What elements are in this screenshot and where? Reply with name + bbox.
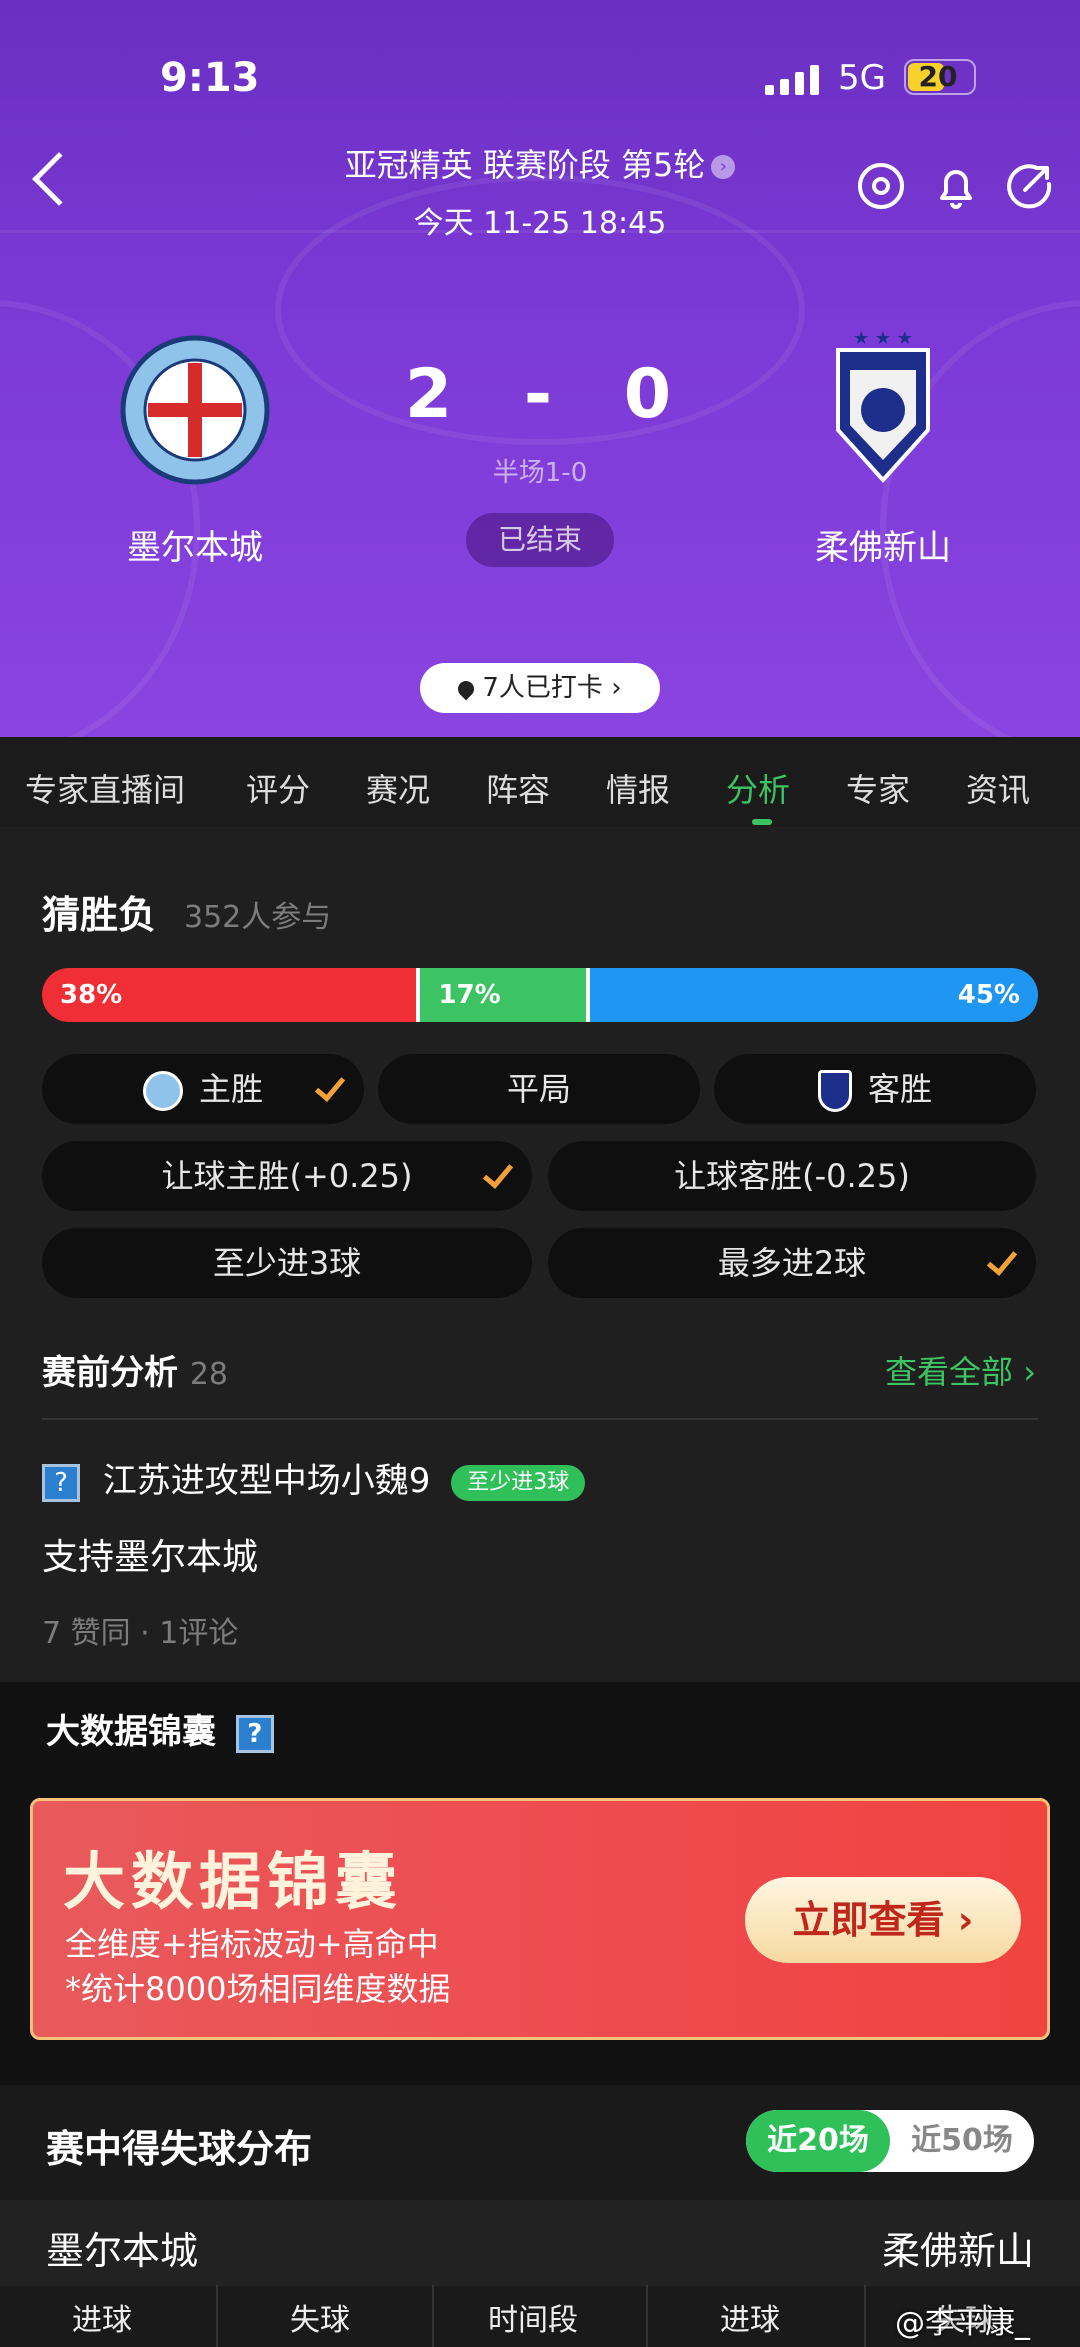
follow-target-icon[interactable] xyxy=(855,160,907,212)
team-row: 墨尔本城 柔佛新山 xyxy=(0,2200,1080,2286)
active-tab-indicator xyxy=(752,819,772,825)
prediction-bar: 38% 17% 45% xyxy=(42,968,1038,1022)
chevron-right-icon: › xyxy=(711,155,736,179)
over-goals-option[interactable]: 至少进3球 xyxy=(42,1228,532,1298)
svg-text:★ ★ ★: ★ ★ ★ xyxy=(853,330,913,349)
post-likes: 7 赞同 xyxy=(42,1616,131,1651)
banner-line-1: 全维度+指标波动+高命中 xyxy=(65,1925,439,1963)
check-icon xyxy=(314,1070,346,1102)
away-team-mini-logo xyxy=(817,1070,852,1112)
match-status-badge: 已结束 xyxy=(466,513,614,567)
analysis-post-header[interactable]: ? 江苏进攻型中场小魏9 至少进3球 xyxy=(42,1453,586,1502)
toggle-last-20[interactable]: 近20场 xyxy=(746,2110,890,2172)
col-home-goals: 进球 xyxy=(72,2303,132,2338)
tab-news[interactable]: 资讯 xyxy=(966,765,1030,811)
location-pin-icon xyxy=(455,677,478,700)
col-divider xyxy=(432,2285,434,2347)
pre-analysis-count: 28 xyxy=(189,1357,229,1392)
tab-expert-live[interactable]: 专家直播间 xyxy=(25,765,185,811)
under-goals-option[interactable]: 最多进2球 xyxy=(548,1228,1036,1298)
range-toggle: 近20场 近50场 xyxy=(746,2110,1034,2172)
home-team-name[interactable]: 墨尔本城 xyxy=(45,520,345,569)
guess-participants: 352人参与 xyxy=(184,900,332,935)
col-home-conceded: 失球 xyxy=(290,2303,350,2338)
network-type: 5G xyxy=(838,58,886,98)
post-tag: 至少进3球 xyxy=(451,1464,586,1501)
share-icon[interactable] xyxy=(1003,160,1055,212)
match-header: 9:13 5G 20 亚冠精英 联赛阶段 第5轮 › 今天 11-25 18:45… xyxy=(0,0,1080,737)
draw-segment: 17% xyxy=(420,968,590,1022)
battery-icon: 20 xyxy=(904,59,976,95)
match-datetime: 今天 11-25 18:45 xyxy=(413,206,667,241)
check-icon xyxy=(986,1244,1018,1276)
away-team-name[interactable]: 柔佛新山 xyxy=(733,520,1033,569)
tab-analysis[interactable]: 分析 xyxy=(726,765,790,811)
banner-title: 大数据锦囊 xyxy=(63,1845,404,1918)
dist-home-team: 墨尔本城 xyxy=(46,2229,199,2273)
home-score: 2 xyxy=(404,355,457,434)
post-author: 江苏进攻型中场小魏9 xyxy=(102,1461,431,1501)
battery-level: 20 xyxy=(918,60,958,93)
big-data-section-header: 大数据锦囊 ? xyxy=(0,1682,1080,1768)
watermark: @李平康_ xyxy=(895,2306,1030,2341)
distribution-title: 赛中得失球分布 xyxy=(46,2127,313,2171)
score-separator: - xyxy=(523,355,557,434)
col-divider xyxy=(864,2285,866,2347)
status-time: 9:13 xyxy=(160,55,260,101)
big-data-title: 大数据锦囊 xyxy=(46,1712,216,1752)
status-bar: 9:13 5G 20 xyxy=(0,55,1080,105)
post-comments: 1评论 xyxy=(159,1616,239,1651)
away-win-segment: 45% xyxy=(589,968,1038,1022)
signal-icon xyxy=(765,65,819,95)
tab-rating[interactable]: 评分 xyxy=(246,765,310,811)
col-divider xyxy=(216,2285,218,2347)
check-icon xyxy=(482,1157,514,1189)
guess-title: 猜胜负 xyxy=(42,893,157,937)
post-content[interactable]: 支持墨尔本城 xyxy=(42,1528,258,1580)
dist-away-team: 柔佛新山 xyxy=(881,2229,1034,2273)
divider xyxy=(42,1418,1038,1420)
handicap-home-option[interactable]: 让球主胜(+0.25) xyxy=(42,1141,532,1211)
tab-match-status[interactable]: 赛况 xyxy=(366,765,430,811)
match-score: 2 - 0 xyxy=(0,355,1080,434)
help-icon[interactable]: ? xyxy=(235,1714,274,1753)
col-away-goals: 进球 xyxy=(720,2303,780,2338)
tab-bar: 专家直播间 评分 赛况 阵容 情报 分析 专家 资讯 xyxy=(0,737,1080,827)
bell-icon[interactable] xyxy=(930,160,982,212)
half-time-score: 半场1-0 xyxy=(492,458,588,488)
tab-lineup[interactable]: 阵容 xyxy=(486,765,550,811)
handicap-away-option[interactable]: 让球客胜(-0.25) xyxy=(548,1141,1036,1211)
view-all-link[interactable]: 查看全部 › xyxy=(885,1347,1036,1393)
home-team-mini-logo xyxy=(142,1071,183,1111)
col-time-period: 时间段 xyxy=(488,2303,578,2338)
tab-experts[interactable]: 专家 xyxy=(846,765,910,811)
home-win-option[interactable]: 主胜 xyxy=(42,1054,364,1124)
away-score: 0 xyxy=(623,355,676,434)
view-now-button[interactable]: 立即查看 › xyxy=(745,1877,1021,1963)
banner-line-2: *统计8000场相同维度数据 xyxy=(65,1970,451,2008)
big-data-banner[interactable]: 大数据锦囊 全维度+指标波动+高命中 *统计8000场相同维度数据 立即查看 › xyxy=(30,1798,1050,2040)
post-stats: 7 赞同 · 1评论 xyxy=(42,1616,239,1651)
tab-intel[interactable]: 情报 xyxy=(606,765,670,811)
pre-analysis-title: 赛前分析 28 xyxy=(42,1353,229,1393)
checkin-button[interactable]: 7人已打卡 › xyxy=(420,663,660,713)
toggle-last-50[interactable]: 近50场 xyxy=(890,2110,1034,2172)
home-win-segment: 38% xyxy=(42,968,421,1022)
away-win-option[interactable]: 客胜 xyxy=(714,1054,1036,1124)
col-divider xyxy=(646,2285,648,2347)
competition-title[interactable]: 亚冠精英 联赛阶段 第5轮 › xyxy=(0,140,1080,186)
draw-option[interactable]: 平局 xyxy=(378,1054,700,1124)
avatar-placeholder-icon: ? xyxy=(42,1463,80,1502)
